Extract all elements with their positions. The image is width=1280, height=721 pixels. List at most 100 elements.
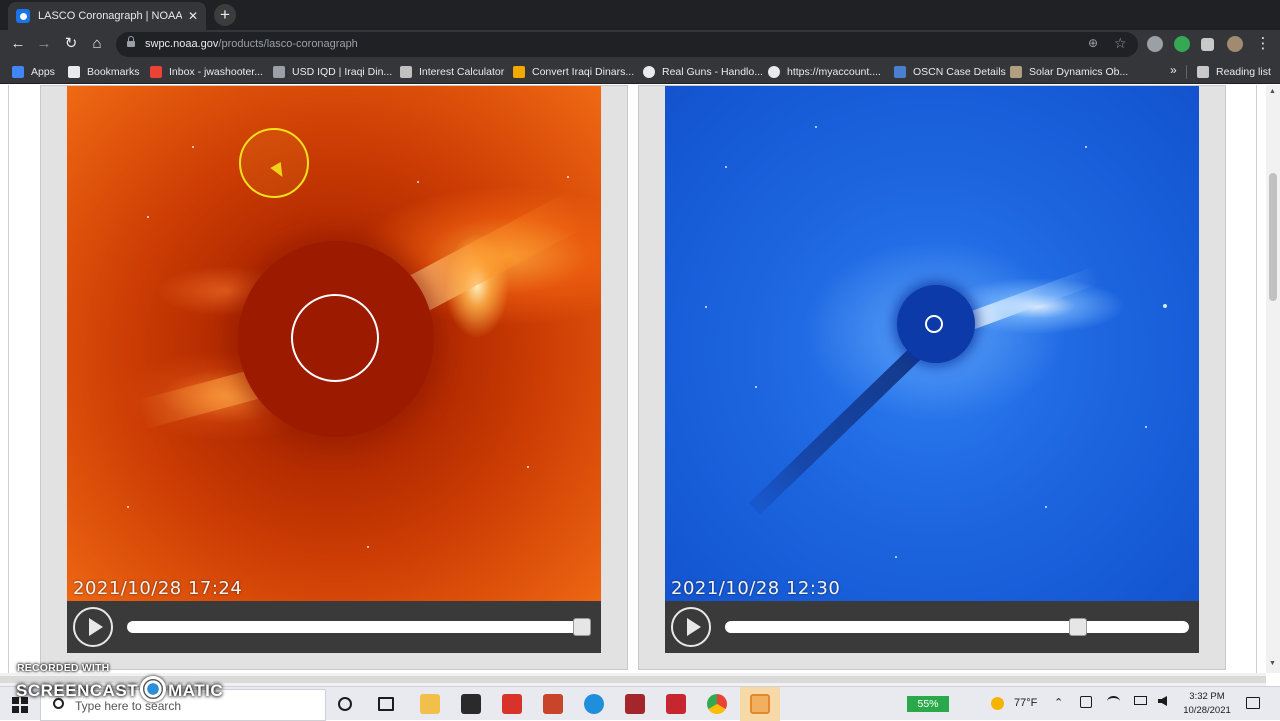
url-text[interactable]: swpc.noaa.gov/products/lasco-coronagraph: [145, 38, 358, 50]
reading-list-button[interactable]: Reading list: [1197, 64, 1271, 80]
star: [127, 506, 129, 508]
bookmark-label: https://myaccount....: [787, 66, 881, 78]
page-border-right: [1256, 85, 1257, 673]
stuffit-app-icon[interactable]: [666, 694, 686, 714]
task-view-icon[interactable]: [378, 697, 394, 711]
extensions-puzzle-icon[interactable]: [1201, 38, 1214, 51]
page-border-left: [8, 85, 9, 673]
bookmark-item[interactable]: Real Guns - Handlo...: [643, 64, 763, 80]
access-app-icon[interactable]: [625, 694, 645, 714]
bookmark-item[interactable]: Inbox - jwashooter...: [150, 64, 263, 80]
scrollbar-thumb[interactable]: [1269, 173, 1277, 301]
bookmark-star-icon[interactable]: ☆: [1114, 35, 1127, 52]
vertical-scrollbar[interactable]: ▲ ▼: [1266, 85, 1280, 673]
star: [895, 556, 897, 558]
c2-timeline-slider[interactable]: [127, 618, 591, 636]
volume-icon[interactable]: [1158, 696, 1167, 706]
star: [725, 166, 727, 168]
system-clock[interactable]: 3:32 PM 10/28/2021: [1176, 690, 1238, 718]
scroll-down-icon[interactable]: ▼: [1269, 660, 1276, 667]
c3-timestamp: 2021/10/28 12:30: [671, 578, 841, 599]
c2-sun-outline: [291, 294, 379, 382]
bookmark-label: Solar Dynamics Ob...: [1029, 66, 1129, 78]
star: [147, 216, 149, 218]
bookmark-item[interactable]: Apps: [12, 64, 55, 80]
c2-timestamp: 2021/10/28 17:24: [73, 578, 243, 599]
star: [755, 386, 757, 388]
address-bar[interactable]: swpc.noaa.gov/products/lasco-coronagraph…: [116, 32, 1138, 57]
bookmarks-bar: Apps Bookmarks Inbox - jwashooter... USD IQ…: [0, 59, 1280, 84]
bookmark-item[interactable]: Interest Calculator: [400, 64, 504, 80]
apps-grid-icon: [12, 66, 24, 78]
extension-w-icon[interactable]: [1147, 36, 1163, 52]
screencast-app-icon[interactable]: [750, 694, 770, 714]
bookmark-label: Apps: [31, 66, 55, 78]
bookmark-label: Interest Calculator: [419, 66, 505, 78]
gmail-icon: [150, 66, 162, 78]
profile-avatar[interactable]: [1227, 36, 1243, 52]
c3-slider-handle[interactable]: [1068, 618, 1087, 636]
c2-play-button[interactable]: [73, 607, 113, 647]
bookmark-item[interactable]: USD IQD | Iraqi Din...: [273, 64, 392, 80]
page-content: 2021/10/28 17:24 2021/10/28 12:30: [0, 85, 1266, 673]
store-icon[interactable]: [461, 694, 481, 714]
cursor-highlight-ring: [239, 128, 309, 198]
mail-app-icon[interactable]: [502, 694, 522, 714]
currency-icon: [513, 66, 525, 78]
browser-toolbar: ← → ↻ ⌂ swpc.noaa.gov/products/lasco-cor…: [0, 30, 1280, 59]
bookmark-item[interactable]: Convert Iraqi Dinars...: [513, 64, 634, 80]
reload-icon[interactable]: ↻: [61, 34, 81, 54]
badge-icon: [894, 66, 906, 78]
tab-close-icon[interactable]: ✕: [188, 9, 198, 23]
bookmark-item[interactable]: https://myaccount....: [768, 64, 881, 80]
cortana-icon[interactable]: [338, 697, 352, 711]
bookmark-item[interactable]: Solar Dynamics Ob...: [1010, 64, 1128, 80]
c3-timeline-slider[interactable]: [725, 618, 1189, 636]
bookmark-item[interactable]: OSCN Case Details: [894, 64, 1006, 80]
weather-sun-icon[interactable]: [991, 697, 1004, 710]
c3-coronagraph-image: 2021/10/28 12:30: [665, 86, 1199, 601]
globe-icon: [643, 66, 655, 78]
zoom-icon[interactable]: ⊕: [1088, 36, 1098, 50]
google-icon: [768, 66, 780, 78]
tab-strip: LASCO Coronagraph | NOAA / N ✕ +: [0, 0, 1280, 30]
office-app-icon[interactable]: [543, 694, 563, 714]
bookmark-item[interactable]: Bookmarks: [68, 64, 140, 80]
c2-slider-handle[interactable]: [572, 618, 591, 636]
bookmarks-overflow-icon[interactable]: »: [1170, 63, 1177, 77]
c2-player-controls: [67, 601, 601, 653]
watermark-brand-left: SCREENCAST: [16, 681, 139, 700]
bookmark-label: OSCN Case Details: [913, 66, 1006, 78]
back-icon[interactable]: ←: [8, 34, 28, 54]
file-explorer-icon[interactable]: [420, 694, 440, 714]
extension-check-icon[interactable]: [1174, 36, 1190, 52]
star: [1045, 506, 1047, 508]
bookmark-label: Convert Iraqi Dinars...: [532, 66, 635, 78]
forward-icon[interactable]: →: [34, 34, 54, 54]
wifi-icon[interactable]: [1107, 696, 1120, 707]
tray-chevron-icon[interactable]: ⌃: [1054, 696, 1063, 709]
battery-tray-icon[interactable]: [1134, 696, 1147, 705]
meet-now-icon[interactable]: [1080, 696, 1092, 708]
star: [527, 466, 529, 468]
lock-icon[interactable]: [127, 36, 135, 49]
star: [705, 306, 707, 308]
edge-icon[interactable]: [584, 694, 604, 714]
scroll-up-icon[interactable]: ▲: [1269, 88, 1276, 95]
star: [367, 546, 369, 548]
chrome-icon[interactable]: [707, 694, 727, 714]
weather-temperature[interactable]: 77°F: [1014, 697, 1037, 709]
c3-viewer-frame: 2021/10/28 12:30: [638, 85, 1226, 670]
sdo-icon: [1010, 66, 1022, 78]
battery-indicator[interactable]: 55%: [907, 696, 949, 712]
notifications-icon[interactable]: [1246, 697, 1260, 709]
tab-title: LASCO Coronagraph | NOAA / N: [38, 10, 182, 22]
bookmark-label: Inbox - jwashooter...: [169, 66, 263, 78]
tab-lasco[interactable]: LASCO Coronagraph | NOAA / N ✕: [8, 2, 206, 30]
home-icon[interactable]: ⌂: [87, 34, 107, 54]
new-tab-button[interactable]: +: [214, 4, 236, 26]
recorder-watermark-caption: RECORDED WITH: [17, 662, 110, 674]
screencastomatic-logo-icon: [140, 675, 167, 702]
browser-menu-icon[interactable]: ⋮: [1253, 34, 1273, 54]
c3-play-button[interactable]: [671, 607, 711, 647]
